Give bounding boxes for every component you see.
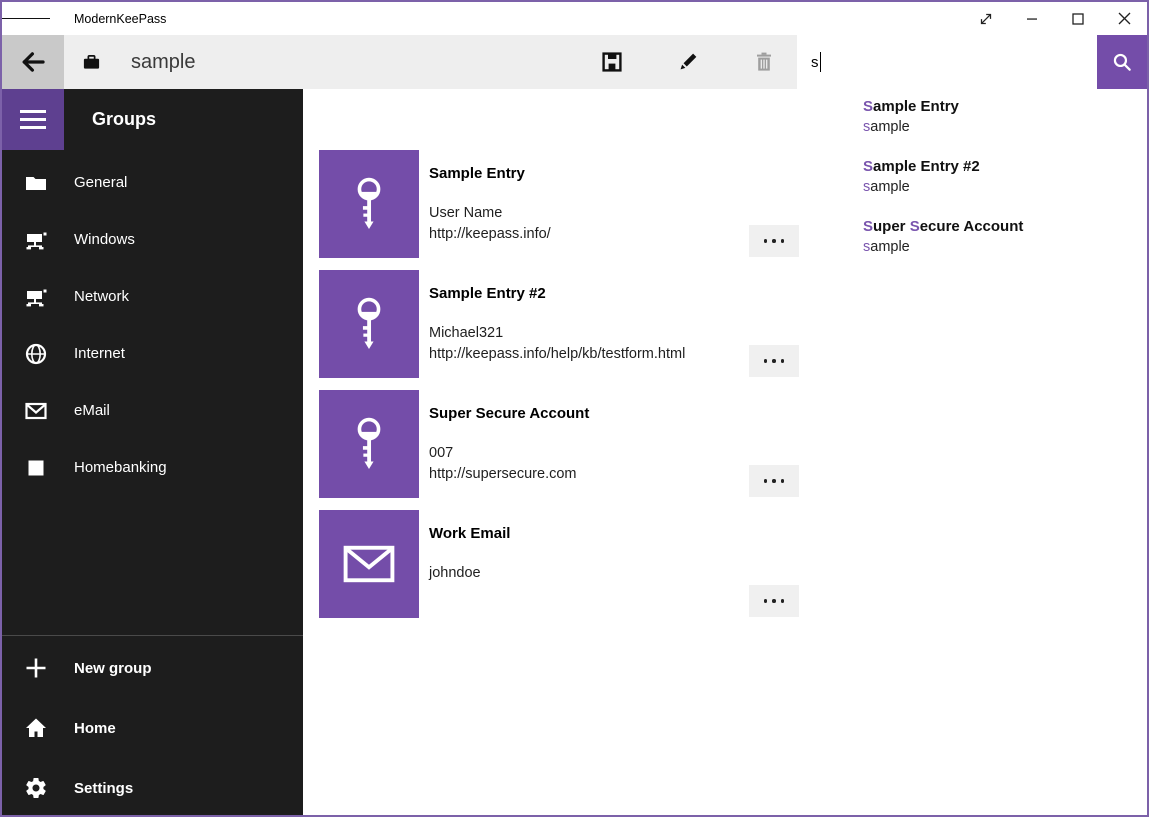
entry-details: 007 http://supersecure.com <box>429 443 577 484</box>
trash-icon <box>752 50 776 74</box>
entry-username: Michael321 <box>429 323 685 344</box>
close-button[interactable] <box>1101 2 1147 35</box>
entry-tile <box>319 510 419 618</box>
entry-username: johndoe <box>429 563 481 584</box>
sidebar-item-network[interactable]: Network <box>2 268 303 325</box>
suggestion-group: sample <box>863 117 1147 137</box>
save-button[interactable] <box>588 35 636 89</box>
search-submit-button[interactable] <box>1097 35 1147 89</box>
key-icon <box>352 296 386 352</box>
home-button[interactable]: Home <box>2 698 303 758</box>
entry-more-button[interactable] <box>749 585 799 617</box>
square-icon <box>24 456 48 480</box>
sidebar-item-internet[interactable]: Internet <box>2 325 303 382</box>
mail-icon <box>343 544 395 584</box>
search-suggestions-popup: Sample Entry sample Sample Entry #2 samp… <box>851 89 1147 301</box>
entry-more-button[interactable] <box>749 225 799 257</box>
entry-title: Work Email <box>429 525 510 542</box>
window-controls <box>963 2 1147 35</box>
sidebar-header: Groups <box>2 89 303 150</box>
entry-tile <box>319 270 419 378</box>
network-icon <box>24 285 48 309</box>
diagonal-resize-icon <box>977 10 995 28</box>
key-icon <box>352 416 386 472</box>
database-title: sample <box>131 35 195 89</box>
entry-row-super-secure-account[interactable]: Super Secure Account 007 http://supersec… <box>319 390 849 498</box>
gear-icon <box>24 776 48 800</box>
mail-icon <box>24 399 48 423</box>
entry-url: http://keepass.info/help/kb/testform.htm… <box>429 344 685 365</box>
entry-row-sample-entry-2[interactable]: Sample Entry #2 Michael321 http://keepas… <box>319 270 849 378</box>
pencil-icon <box>676 50 700 74</box>
entry-details: johndoe <box>429 563 481 584</box>
back-button[interactable] <box>2 35 64 89</box>
text-caret <box>820 52 821 72</box>
suggestion-group: sample <box>863 237 1147 257</box>
entry-more-button[interactable] <box>749 345 799 377</box>
app-window: ModernKeePass <box>0 0 1149 817</box>
suggestion-title: Super Secure Account <box>863 217 1147 237</box>
fullscreen-button[interactable] <box>963 2 1009 35</box>
entry-row-sample-entry[interactable]: Sample Entry User Name http://keepass.in… <box>319 150 849 258</box>
suggestion-sample-entry[interactable]: Sample Entry sample <box>851 89 1147 149</box>
entry-title: Sample Entry <box>429 165 525 182</box>
sidebar: Groups General Windows Network <box>2 89 303 815</box>
suggestion-super-secure-account[interactable]: Super Secure Account sample <box>851 209 1147 269</box>
close-icon <box>1118 12 1131 25</box>
sidebar-item-homebanking[interactable]: Homebanking <box>2 439 303 496</box>
database-icon <box>82 35 101 89</box>
entry-url: http://supersecure.com <box>429 464 577 485</box>
save-icon <box>600 50 624 74</box>
search-icon <box>1111 51 1133 73</box>
search-input[interactable]: s <box>797 35 1097 89</box>
entry-row-work-email[interactable]: Work Email johndoe <box>319 510 849 618</box>
app-title: ModernKeePass <box>74 12 166 26</box>
suggestion-title: Sample Entry #2 <box>863 157 1147 177</box>
sidebar-separator <box>2 635 303 636</box>
folder-icon <box>24 171 48 195</box>
title-bar: ModernKeePass <box>2 2 1147 35</box>
entry-title: Super Secure Account <box>429 405 589 422</box>
suggestion-group: sample <box>863 177 1147 197</box>
entry-details: User Name http://keepass.info/ <box>429 203 551 244</box>
new-group-button[interactable]: New group <box>2 638 303 698</box>
suggestion-title: Sample Entry <box>863 97 1147 117</box>
entry-details: Michael321 http://keepass.info/help/kb/t… <box>429 323 685 364</box>
groups-heading: Groups <box>92 109 156 130</box>
delete-button[interactable] <box>740 35 788 89</box>
plus-icon <box>24 656 48 680</box>
sidebar-hamburger-button[interactable] <box>2 89 64 150</box>
sidebar-footer: New group Home Settings <box>2 638 303 817</box>
entry-username: User Name <box>429 203 551 224</box>
entry-url: http://keepass.info/ <box>429 224 551 245</box>
command-bar: sample s <box>2 35 1147 89</box>
back-arrow-icon <box>18 47 48 77</box>
maximize-icon <box>1072 13 1084 25</box>
sidebar-item-email[interactable]: eMail <box>2 382 303 439</box>
entry-tile <box>319 150 419 258</box>
titlebar-hamburger-icon[interactable] <box>2 2 50 35</box>
sidebar-item-windows[interactable]: Windows <box>2 211 303 268</box>
group-list: General Windows Network Internet <box>2 154 303 496</box>
minimize-button[interactable] <box>1009 2 1055 35</box>
entry-title: Sample Entry #2 <box>429 285 546 302</box>
command-actions <box>588 35 788 89</box>
entry-more-button[interactable] <box>749 465 799 497</box>
minimize-icon <box>1026 13 1038 25</box>
settings-button[interactable]: Settings <box>2 758 303 817</box>
network-icon <box>24 228 48 252</box>
key-icon <box>352 176 386 232</box>
sidebar-item-general[interactable]: General <box>2 154 303 211</box>
home-icon <box>24 716 48 740</box>
globe-icon <box>24 342 48 366</box>
entry-tile <box>319 390 419 498</box>
entry-username: 007 <box>429 443 577 464</box>
suggestion-sample-entry-2[interactable]: Sample Entry #2 sample <box>851 149 1147 209</box>
search-input-value: s <box>811 54 819 71</box>
edit-button[interactable] <box>664 35 712 89</box>
maximize-button[interactable] <box>1055 2 1101 35</box>
